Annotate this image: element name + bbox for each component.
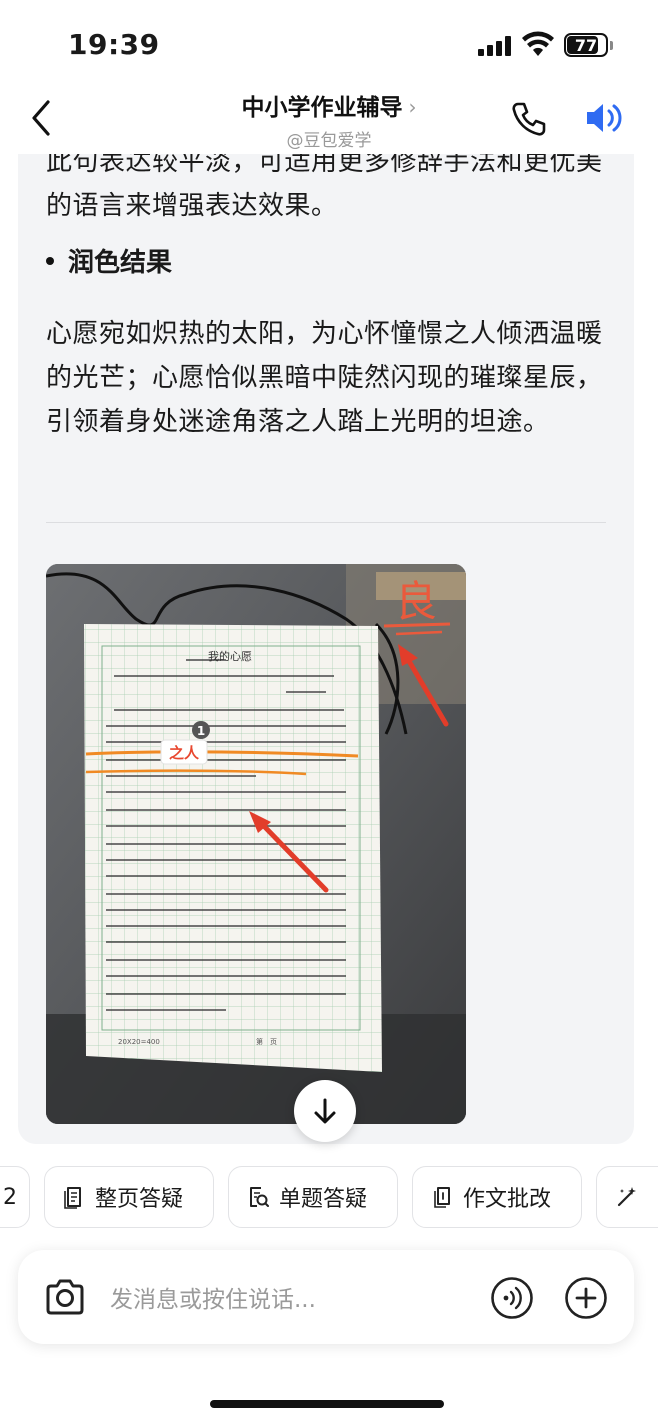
question-search-icon [250,1187,269,1207]
chip-label: 单题答疑 [279,1187,368,1212]
section-heading-text: 润色结果 [68,248,173,278]
sheet-footer-left: 20X20=400 [118,1038,160,1046]
plus-icon[interactable] [564,1276,608,1320]
essay-icon [434,1187,450,1208]
annotation-number: 1 [197,724,205,738]
chip-essay-review[interactable]: 作文批改 [412,1166,582,1228]
bullet-dot [46,257,54,265]
home-indicator[interactable] [210,1400,444,1408]
chip-label: 作文批改 [463,1187,552,1212]
chip-partial[interactable]: 2 [0,1166,30,1228]
speaker-icon[interactable] [584,100,624,136]
polished-paragraph: 心愿宛如炽热的太阳，为心怀憧憬之人倾洒温暖的光芒；心愿恰似黑暗中陡然闪现的璀璨星… [46,319,603,437]
page-icon [64,1187,81,1209]
quick-action-bar: 2 整页答疑 单题答疑 作文批改 [0,1166,658,1230]
scroll-to-bottom-button[interactable] [294,1080,356,1142]
chat-subtitle: @豆包爱学 [286,131,372,151]
chip-page-qa[interactable]: 整页答疑 [44,1166,214,1228]
battery-icon: 77 [564,33,608,57]
message-input-bar: 发消息或按住说话... [18,1250,634,1344]
phone-icon[interactable] [510,100,548,138]
message-input[interactable]: 发消息或按住说话... [110,1280,316,1314]
chip-magic[interactable] [596,1166,658,1228]
arrow-down-icon [314,1098,336,1124]
section-heading: 润色结果 [46,242,172,279]
battery-cap [610,41,613,50]
header-title-group[interactable]: 中小学作业辅导 › @豆包爱学 [0,88,658,151]
chip-label: 整页答疑 [95,1187,184,1212]
chip-single-qa[interactable]: 单题答疑 [228,1166,398,1228]
chevron-right-icon[interactable]: › [409,95,417,119]
magic-wand-icon [617,1187,636,1207]
essay-photo[interactable]: 1 之人 我的心愿 良 20X20=400 第 页 [46,564,466,1124]
signal-icon [478,36,512,56]
battery-level: 77 [574,36,598,55]
partial-paragraph: 此句表达较平淡，可适用更多修辞手法和更优美的语言来增强表达效果。 [46,154,603,221]
essay-title: 我的心愿 [208,649,252,663]
chat-title[interactable]: 中小学作业辅导 [242,88,403,122]
essay-photo-drawing: 1 之人 我的心愿 良 20X20=400 第 页 [46,564,466,1124]
status-time: 19:39 [68,28,160,61]
annotation-label: 之人 [169,744,200,762]
voice-wave-icon[interactable] [490,1276,534,1320]
divider [46,522,606,523]
chip-label: 2 [3,1184,17,1210]
sheet-footer-center: 第 页 [256,1037,277,1046]
wifi-icon [522,31,554,56]
status-bar: 19:39 77 [0,0,658,90]
grade-mark: 良 [395,577,437,626]
assistant-message: 此句表达较平淡，可适用更多修辞手法和更优美的语言来增强表达效果。 润色结果 心愿… [18,154,634,1144]
chat-header: 中小学作业辅导 › @豆包爱学 [0,82,658,154]
camera-icon[interactable] [44,1278,86,1316]
